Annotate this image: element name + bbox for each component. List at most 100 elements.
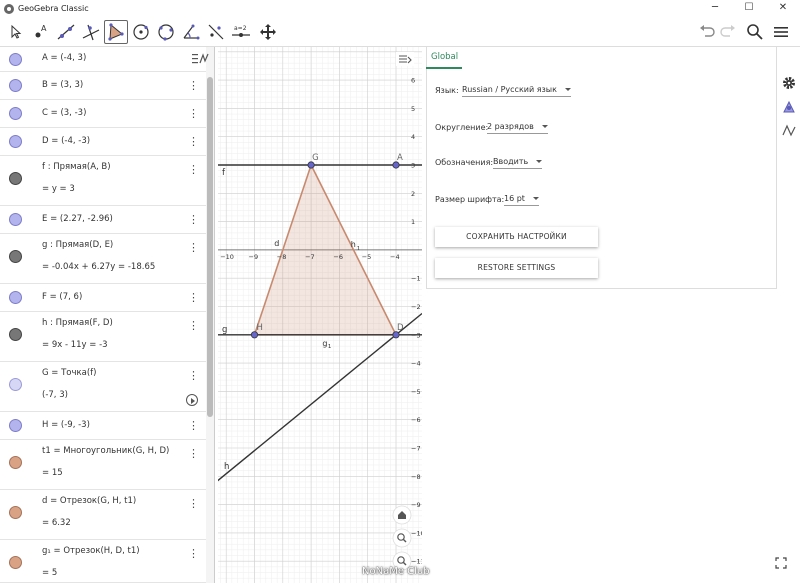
algebra-definition[interactable]: D = (-4, -3)	[42, 136, 90, 146]
algebra-row[interactable]: G = Точка(f) (-7, 3) ⋮	[0, 362, 206, 412]
algebra-row[interactable]: f : Прямая(A, B) = y = 3 ⋮	[0, 156, 206, 206]
save-settings-button[interactable]: СОХРАНИТЬ НАСТРОЙКИ	[435, 227, 598, 247]
visibility-toggle[interactable]	[9, 250, 22, 263]
algebra-definition[interactable]: C = (3, -3)	[42, 108, 86, 118]
language-select[interactable]: Russian / Русский язык	[462, 85, 571, 97]
more-options-icon[interactable]: ⋮	[188, 420, 199, 431]
algebra-definition[interactable]: E = (2.27, -2.96)	[42, 214, 113, 224]
close-window-button[interactable]: ✕	[766, 0, 800, 17]
visibility-toggle[interactable]	[9, 378, 22, 391]
visibility-toggle[interactable]	[9, 456, 22, 469]
visibility-toggle[interactable]	[9, 506, 22, 519]
graphics-view[interactable]: −10 −9 −8 −7 −6 −5 −4 6 5 4 3 2 1 −1 −2 −3 −4 −5 −6 −7 −8 −9 −…	[218, 47, 422, 583]
algebra-definition[interactable]: G = Точка(f)	[42, 368, 97, 378]
algebra-definition[interactable]: d = Отрезок(G, H, t1)	[42, 496, 136, 506]
more-options-icon[interactable]: ⋮	[188, 370, 199, 381]
algebra-definition[interactable]: h : Прямая(F, D)	[42, 318, 113, 328]
visibility-toggle[interactable]	[9, 79, 22, 92]
reflect-tool[interactable]	[204, 20, 228, 44]
visibility-toggle[interactable]	[9, 213, 22, 226]
minimize-button[interactable]: ─	[698, 0, 732, 17]
x-tick-label: −6	[333, 253, 343, 261]
graphics-canvas[interactable]: −10 −9 −8 −7 −6 −5 −4 6 5 4 3 2 1 −1 −2 −3 −4 −5 −6 −7 −8 −9 −…	[218, 47, 422, 583]
tab-global[interactable]: Global	[431, 52, 458, 62]
algebra-definition[interactable]: B = (3, 3)	[42, 80, 83, 90]
algebra-row[interactable]: B = (3, 3) ⋮	[0, 72, 206, 100]
redo-button[interactable]	[718, 22, 738, 42]
algebra-scroll-thumb[interactable]	[207, 77, 213, 417]
chevron-down-icon	[564, 88, 571, 91]
labeling-select[interactable]: Вводить	[493, 157, 543, 169]
algebra-definition[interactable]: g₁ = Отрезок(H, D, t1)	[42, 546, 140, 556]
algebra-row[interactable]: t1 = Многоугольник(G, H, D) = 15 ⋮	[0, 440, 206, 490]
algebra-row[interactable]: F = (7, 6) ⋮	[0, 284, 206, 312]
undo-button[interactable]	[697, 22, 717, 42]
algebra-definition[interactable]: F = (7, 6)	[42, 292, 82, 302]
visibility-toggle[interactable]	[9, 328, 22, 341]
more-options-icon[interactable]: ⋮	[188, 498, 199, 509]
settings-gear-button[interactable]	[782, 76, 796, 90]
visibility-toggle[interactable]	[9, 172, 22, 185]
search-button[interactable]	[745, 22, 765, 42]
more-options-icon[interactable]: ⋮	[188, 80, 199, 91]
x-tick-label: −4	[390, 253, 400, 261]
visibility-toggle[interactable]	[9, 135, 22, 148]
angle-tool[interactable]	[179, 20, 203, 44]
move-view-tool[interactable]	[256, 20, 280, 44]
more-options-icon[interactable]: ⋮	[188, 292, 199, 303]
point-tool[interactable]: A	[29, 20, 53, 44]
move-tool[interactable]	[4, 20, 28, 44]
zoom-in-button[interactable]	[392, 528, 412, 548]
restore-settings-button[interactable]: RESTORE SETTINGS	[435, 258, 598, 278]
algebra-definition[interactable]: g : Прямая(D, E)	[42, 240, 113, 250]
circle-tool[interactable]	[129, 20, 153, 44]
algebra-settings-button[interactable]	[782, 124, 796, 138]
algebra-row[interactable]: H = (-9, -3) ⋮	[0, 412, 206, 440]
algebra-row[interactable]: d = Отрезок(G, H, t1) = 6.32 ⋮	[0, 490, 206, 540]
visibility-toggle[interactable]	[9, 107, 22, 120]
undo-icon	[700, 25, 715, 37]
algebra-row[interactable]: h : Прямая(F, D) = 9x - 11y = -3 ⋮	[0, 312, 206, 362]
more-options-icon[interactable]: ⋮	[188, 448, 199, 459]
fullscreen-button[interactable]	[775, 557, 787, 569]
more-options-icon[interactable]: ⋮	[188, 242, 199, 253]
circle-three-points-tool[interactable]	[154, 20, 178, 44]
rounding-select[interactable]: 2 разрядов	[487, 122, 548, 134]
more-options-icon[interactable]: ⋮	[188, 164, 199, 175]
algebra-definition[interactable]: A = (-4, 3)	[42, 53, 86, 63]
chevron-down-icon	[532, 197, 539, 200]
visibility-toggle[interactable]	[9, 53, 22, 66]
algebra-row[interactable]: E = (2.27, -2.96) ⋮	[0, 206, 206, 234]
maximize-button[interactable]: ☐	[732, 0, 766, 17]
more-options-icon[interactable]: ⋮	[188, 108, 199, 119]
more-options-icon[interactable]: ⋮	[188, 136, 199, 147]
perpendicular-tool[interactable]	[79, 20, 103, 44]
algebra-value: = -0.04x + 6.27y = -18.65	[42, 262, 156, 272]
visibility-toggle[interactable]	[9, 291, 22, 304]
graphics-settings-button[interactable]	[782, 100, 796, 114]
algebra-row[interactable]: A = (-4, 3)⋮	[0, 47, 206, 72]
algebra-definition[interactable]: t1 = Многоугольник(G, H, D)	[42, 446, 169, 456]
slider-tool[interactable]: a=2	[229, 20, 253, 44]
algebra-row[interactable]: D = (-4, -3) ⋮	[0, 128, 206, 156]
fontsize-label: Размер шрифта:	[435, 195, 505, 204]
more-options-icon[interactable]: ⋮	[188, 320, 199, 331]
algebra-value: = 9x - 11y = -3	[42, 340, 108, 350]
visibility-toggle[interactable]	[9, 556, 22, 569]
algebra-row[interactable]: g₁ = Отрезок(H, D, t1) = 5 ⋮	[0, 540, 206, 583]
polygon-tool[interactable]	[104, 20, 128, 44]
y-tick-label: 1	[411, 218, 415, 226]
algebra-sort-button[interactable]	[192, 53, 209, 65]
more-options-icon[interactable]: ⋮	[188, 214, 199, 225]
line-tool[interactable]	[54, 20, 78, 44]
play-animation-icon[interactable]	[186, 394, 198, 406]
algebra-row[interactable]: g : Прямая(D, E) = -0.04x + 6.27y = -18.6…	[0, 234, 206, 284]
visibility-toggle[interactable]	[9, 419, 22, 432]
main-menu-button[interactable]	[771, 22, 791, 42]
algebra-scrollbar[interactable]	[206, 47, 214, 583]
algebra-definition[interactable]: H = (-9, -3)	[42, 420, 90, 430]
fontsize-select[interactable]: 16 pt	[504, 194, 539, 206]
algebra-row[interactable]: C = (3, -3) ⋮	[0, 100, 206, 128]
more-options-icon[interactable]: ⋮	[188, 548, 199, 559]
algebra-definition[interactable]: f : Прямая(A, B)	[42, 162, 111, 172]
